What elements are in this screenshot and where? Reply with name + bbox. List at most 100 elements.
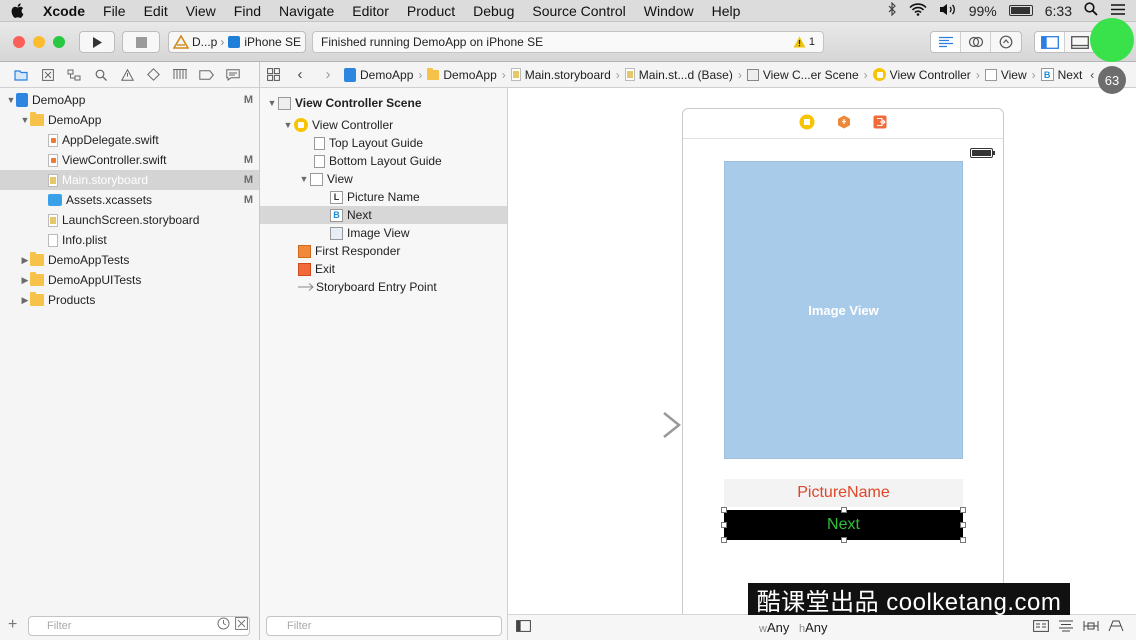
picture-name-label[interactable]: PictureName xyxy=(724,479,963,507)
tree-item-viewcontroller[interactable]: ViewController.swift M xyxy=(0,150,259,170)
toggle-outline-icon[interactable] xyxy=(516,620,531,635)
pin-icon[interactable] xyxy=(1083,620,1099,635)
resize-handle-top-left[interactable] xyxy=(721,507,727,513)
standard-editor-button[interactable] xyxy=(931,32,961,52)
volume-icon[interactable] xyxy=(939,3,957,19)
disclosure-expanded-icon[interactable]: ▼ xyxy=(266,98,278,108)
wifi-icon[interactable] xyxy=(909,2,927,19)
tree-item-products-folder[interactable]: ▶ Products xyxy=(0,290,259,310)
outline-view-controller[interactable]: ▼ View Controller xyxy=(260,116,507,134)
breadcrumb-folder[interactable]: DemoApp xyxy=(425,67,498,82)
breadcrumb-next-button[interactable]: B Next xyxy=(1039,68,1085,82)
window-minimize-button[interactable] xyxy=(33,36,45,48)
outline-first-responder[interactable]: First Responder xyxy=(260,242,507,260)
resize-handle-top[interactable] xyxy=(841,507,847,513)
resize-handle-bottom[interactable] xyxy=(841,537,847,543)
tree-item-appdelegate[interactable]: AppDelegate.swift xyxy=(0,130,259,150)
stack-view-icon[interactable] xyxy=(1033,620,1049,635)
disclosure-collapsed-icon[interactable]: ▶ xyxy=(20,255,30,266)
outline-top-layout-guide[interactable]: Top Layout Guide xyxy=(260,134,507,152)
breadcrumb-view[interactable]: View xyxy=(983,68,1029,82)
outline-filter-input[interactable]: Filter xyxy=(266,616,502,636)
toggle-navigator-button[interactable] xyxy=(1035,32,1065,52)
show-modified-files-icon[interactable] xyxy=(235,617,248,633)
size-class-selector[interactable]: wAny hAny xyxy=(759,620,828,635)
menubar-clock[interactable]: 6:33 xyxy=(1045,3,1072,19)
assistant-editor-button[interactable] xyxy=(961,32,991,52)
battery-icon[interactable] xyxy=(1008,5,1033,16)
tree-item-tests-folder[interactable]: ▶ DemoAppTests xyxy=(0,250,259,270)
image-view[interactable]: Image View xyxy=(724,161,963,459)
breadcrumb-scene[interactable]: View C...er Scene xyxy=(745,68,861,82)
tree-item-main-storyboard[interactable]: Main.storyboard M xyxy=(0,170,259,190)
disclosure-expanded-icon[interactable]: ▼ xyxy=(6,95,16,105)
outline-next-button[interactable]: B Next xyxy=(260,206,507,224)
project-navigator-tab-icon[interactable] xyxy=(8,69,35,81)
warning-indicator[interactable]: 1 xyxy=(793,36,823,48)
tree-item-demoapp-folder[interactable]: ▼ DemoApp xyxy=(0,110,259,130)
disclosure-expanded-icon[interactable]: ▼ xyxy=(20,115,30,125)
outline-entry-point[interactable]: Storyboard Entry Point xyxy=(260,278,507,296)
outline-scene[interactable]: ▼ View Controller Scene xyxy=(260,94,507,112)
apple-menu-icon[interactable] xyxy=(0,3,34,18)
scheme-selector[interactable]: D...p › iPhone SE xyxy=(168,31,306,53)
issue-navigator-tab-icon[interactable] xyxy=(114,68,141,81)
debug-navigator-tab-icon[interactable] xyxy=(167,69,194,80)
menu-edit[interactable]: Edit xyxy=(135,3,177,19)
disclosure-expanded-icon[interactable]: ▼ xyxy=(282,120,294,130)
menu-product[interactable]: Product xyxy=(398,3,464,19)
find-navigator-tab-icon[interactable] xyxy=(88,69,115,81)
resize-handle-bottom-left[interactable] xyxy=(721,537,727,543)
tree-item-assets[interactable]: Assets.xcassets M xyxy=(0,190,259,210)
next-button[interactable]: Next xyxy=(724,510,963,540)
symbol-navigator-tab-icon[interactable] xyxy=(61,69,88,81)
source-control-navigator-tab-icon[interactable] xyxy=(35,68,62,81)
tree-item-project-root[interactable]: ▼ DemoApp M xyxy=(0,90,259,110)
resize-handle-top-right[interactable] xyxy=(960,507,966,513)
outline-bottom-layout-guide[interactable]: Bottom Layout Guide xyxy=(260,152,507,170)
outline-view[interactable]: ▼ View xyxy=(260,170,507,188)
forward-arrow-icon[interactable]: › xyxy=(314,66,342,83)
disclosure-collapsed-icon[interactable]: ▶ xyxy=(20,295,30,306)
breakpoint-navigator-tab-icon[interactable] xyxy=(194,69,221,80)
breadcrumb-project[interactable]: DemoApp xyxy=(342,67,415,82)
menu-file[interactable]: File xyxy=(94,3,135,19)
resize-handle-bottom-right[interactable] xyxy=(960,537,966,543)
stop-button[interactable] xyxy=(122,31,160,53)
dock-exit-icon[interactable] xyxy=(873,115,887,132)
view-controller-scene[interactable]: Image View PictureName Next xyxy=(682,108,1004,640)
breadcrumb-storyboard[interactable]: Main.storyboard xyxy=(509,68,613,82)
back-arrow-icon[interactable]: ‹ xyxy=(286,66,314,83)
menu-find[interactable]: Find xyxy=(225,3,270,19)
dock-view-controller-icon[interactable] xyxy=(799,114,815,133)
menu-app-name[interactable]: Xcode xyxy=(34,3,94,19)
spotlight-search-icon[interactable] xyxy=(1084,2,1098,19)
menu-help[interactable]: Help xyxy=(703,3,750,19)
test-navigator-tab-icon[interactable] xyxy=(141,68,168,81)
resize-handle-left[interactable] xyxy=(721,522,727,528)
outline-picture-name-label[interactable]: L Picture Name xyxy=(260,188,507,206)
add-file-icon[interactable]: + xyxy=(8,616,17,634)
disclosure-collapsed-icon[interactable]: ▶ xyxy=(20,275,30,286)
outline-image-view[interactable]: Image View xyxy=(260,224,507,242)
bluetooth-icon[interactable] xyxy=(888,1,897,19)
report-navigator-tab-icon[interactable] xyxy=(220,68,247,81)
jumpbar-left-chevron-icon[interactable]: ‹ xyxy=(1090,68,1094,82)
version-editor-button[interactable] xyxy=(991,32,1021,52)
resolve-auto-layout-icon[interactable] xyxy=(1108,620,1124,635)
window-zoom-button[interactable] xyxy=(53,36,65,48)
storyboard-canvas[interactable]: Image View PictureName Next xyxy=(508,88,1136,640)
outline-exit[interactable]: Exit xyxy=(260,260,507,278)
menu-debug[interactable]: Debug xyxy=(464,3,523,19)
menu-window[interactable]: Window xyxy=(635,3,703,19)
align-icon[interactable] xyxy=(1058,620,1074,635)
menu-view[interactable]: View xyxy=(177,3,225,19)
menu-editor[interactable]: Editor xyxy=(343,3,398,19)
breadcrumb-view-controller[interactable]: View Controller xyxy=(871,68,973,82)
run-button[interactable] xyxy=(79,31,115,53)
tree-item-launchscreen[interactable]: LaunchScreen.storyboard xyxy=(0,210,259,230)
related-items-icon[interactable] xyxy=(260,68,286,81)
recent-files-icon[interactable] xyxy=(217,617,230,633)
dock-first-responder-icon[interactable] xyxy=(837,115,851,132)
disclosure-expanded-icon[interactable]: ▼ xyxy=(298,174,310,184)
